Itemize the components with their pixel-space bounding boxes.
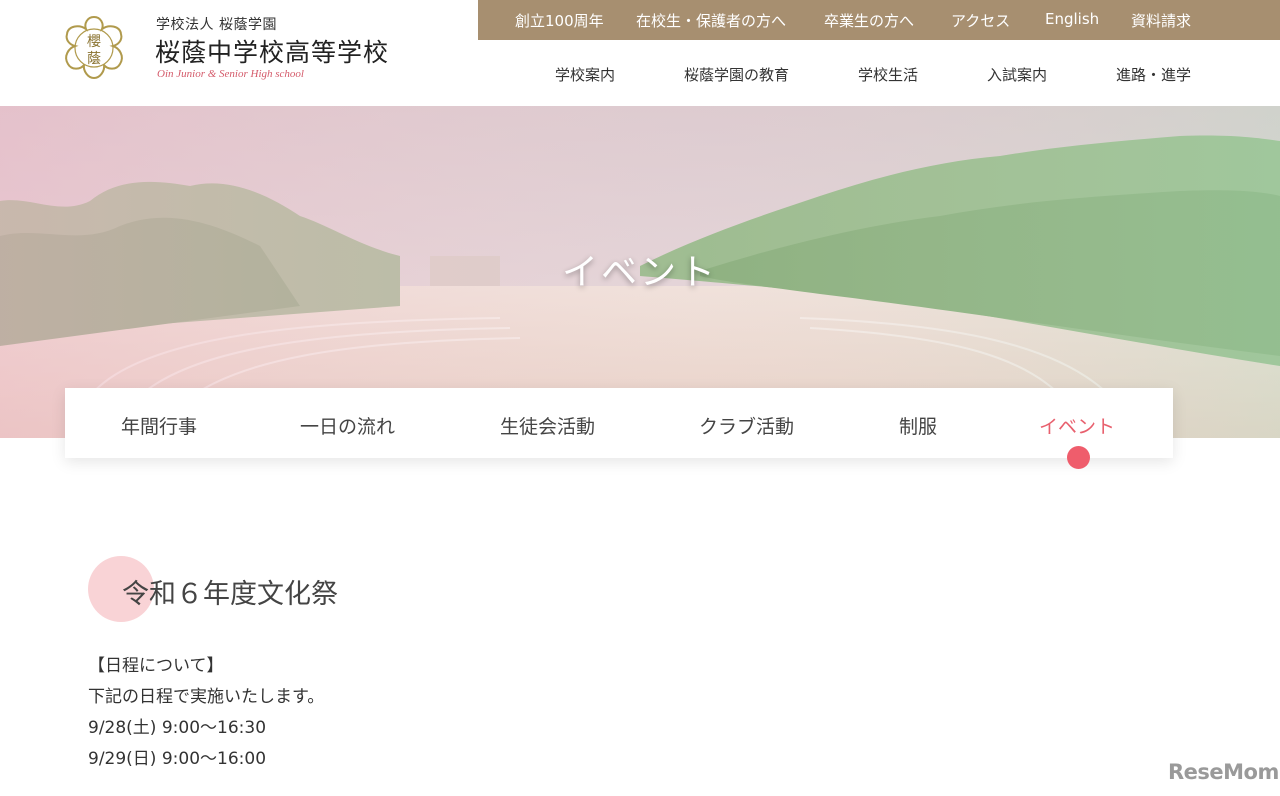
school-life-subnav: 年間行事 一日の流れ 生徒会活動 クラブ活動 制服 イベント [65, 388, 1173, 469]
nav-english[interactable]: English [1045, 10, 1099, 28]
school-name[interactable]: 桜蔭中学校高等学校 [155, 33, 389, 69]
corporation-name: 学校法人 桜蔭学園 [156, 17, 277, 33]
hero-title: イベント [561, 252, 718, 293]
nav-alumni[interactable]: 卒業生の方へ [824, 10, 914, 31]
schedule-day-2: 9/29(日) 9:00〜16:00 [88, 749, 267, 769]
nav-school-info[interactable]: 学校案内 [555, 64, 615, 85]
active-indicator-dot [1067, 446, 1090, 469]
utility-nav: 創立100周年 在校生・保護者の方へ 卒業生の方へ アクセス English 資… [478, 0, 1280, 40]
logo-char-1: 櫻 [87, 33, 101, 50]
subnav-clubs[interactable]: クラブ活動 [699, 412, 794, 439]
schedule-day-1: 9/28(土) 9:00〜16:30 [88, 718, 267, 738]
subnav-uniform[interactable]: 制服 [899, 412, 937, 439]
nav-education[interactable]: 桜蔭学園の教育 [684, 64, 789, 85]
schedule-intro: 下記の日程で実施いたします。 [88, 687, 325, 707]
nav-career[interactable]: 進路・進学 [1116, 64, 1191, 85]
subnav-annual-events[interactable]: 年間行事 [121, 412, 197, 439]
subnav-daily-schedule[interactable]: 一日の流れ [300, 412, 395, 439]
nav-students-parents[interactable]: 在校生・保護者の方へ [636, 10, 786, 31]
event-title: 令和６年度文化祭 [122, 579, 338, 610]
site-header: 櫻 蔭 学校法人 桜蔭学園 桜蔭中学校高等学校 Oin Junior & Sen… [0, 0, 1280, 106]
nav-request-materials[interactable]: 資料請求 [1131, 10, 1191, 31]
nav-centennial[interactable]: 創立100周年 [515, 10, 604, 31]
subnav-events[interactable]: イベント [1039, 412, 1115, 439]
nav-admissions[interactable]: 入試案内 [987, 64, 1047, 85]
school-crest-icon: 櫻 蔭 [65, 15, 123, 80]
nav-school-life[interactable]: 学校生活 [858, 64, 918, 85]
schedule-heading: 【日程について】 [88, 656, 224, 676]
nav-access[interactable]: アクセス [951, 10, 1010, 31]
school-name-english: Oin Junior & Senior High school [157, 68, 304, 80]
logo-char-2: 蔭 [87, 51, 101, 67]
resemom-watermark: ReseMom [1168, 760, 1279, 784]
subnav-student-council[interactable]: 生徒会活動 [500, 412, 595, 439]
